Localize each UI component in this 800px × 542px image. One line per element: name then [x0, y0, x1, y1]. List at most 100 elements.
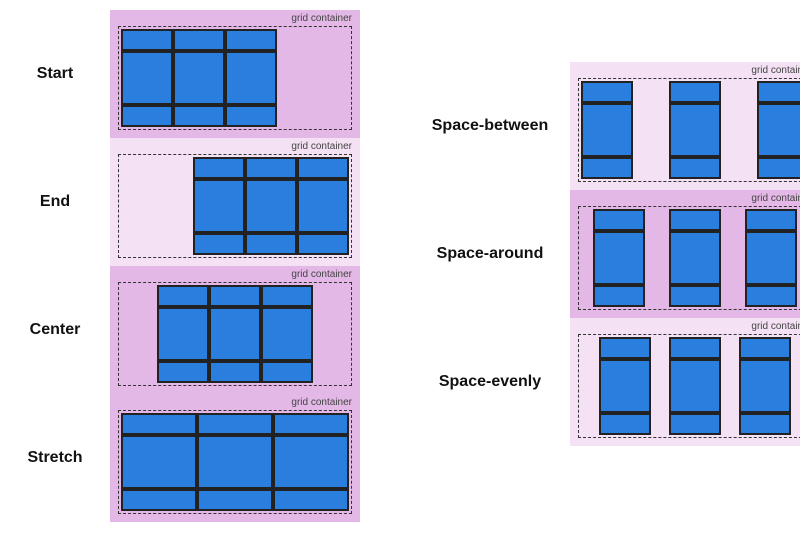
grid-cell: [297, 233, 349, 255]
grid-cell: [297, 157, 349, 179]
grid-cell: [669, 231, 721, 286]
grid-cell: [197, 489, 273, 511]
grid-column: [669, 81, 721, 179]
grid-cell: [197, 413, 273, 435]
panel-evenly: grid container: [570, 318, 800, 446]
grid-container-label: grid container: [291, 13, 352, 24]
justify-content-diagram: Start grid container End grid container Cent…: [0, 0, 800, 522]
grid-cell: [193, 157, 245, 179]
grid-cell: [745, 231, 797, 286]
grid-cell: [757, 157, 800, 179]
grid-cell: [197, 435, 273, 490]
example-row-evenly: Space-evenlygrid container: [410, 318, 800, 446]
grid-cell: [209, 285, 261, 307]
grid-cell: [121, 51, 173, 106]
grid-cell: [245, 233, 297, 255]
panel-end: grid container: [110, 138, 360, 266]
grid-column: [261, 285, 313, 383]
grid-cell: [757, 81, 800, 103]
grid-container-label: grid container: [291, 269, 352, 280]
example-row-start: Start grid container: [0, 10, 360, 138]
example-row-between: Space-between grid container: [410, 62, 800, 190]
grid-cell: [225, 105, 277, 127]
grid-column: [197, 413, 273, 511]
grid-cell: [193, 233, 245, 255]
grid-container-label: grid container: [291, 141, 352, 152]
grid-cell: [261, 307, 313, 362]
grid-cell: [121, 29, 173, 51]
grid-column: [297, 157, 349, 255]
row-label: Space-between: [410, 117, 570, 135]
grid-cell: [173, 105, 225, 127]
grid-cell: [261, 361, 313, 383]
grid-cell: [745, 209, 797, 231]
grid-cell: [273, 435, 349, 490]
grid-cell: [581, 81, 633, 103]
grid-cell: [581, 103, 633, 158]
panel-center: grid container: [110, 266, 360, 394]
grid-column: [245, 157, 297, 255]
grid-cell: [157, 285, 209, 307]
grid-column: [581, 81, 633, 179]
panel-start: grid container: [110, 10, 360, 138]
grid-column: [669, 337, 721, 435]
grid-cell: [173, 51, 225, 106]
grid-column: [225, 29, 277, 127]
grid-cell: [599, 359, 651, 414]
grid-column: [193, 157, 245, 255]
grid-cell: [193, 179, 245, 234]
grid-cell: [173, 29, 225, 51]
grid-cell: [157, 361, 209, 383]
panel-stretch: grid container: [110, 394, 360, 522]
grid-cell: [739, 413, 791, 435]
grid-cell: [273, 413, 349, 435]
panel-around: grid container: [570, 190, 800, 318]
row-label: Start: [0, 65, 110, 83]
grid-cell: [599, 337, 651, 359]
right-column: Space-between grid container Space-around g…: [410, 62, 800, 522]
grid-cell: [669, 359, 721, 414]
grid-cell: [225, 51, 277, 106]
grid-cell: [669, 413, 721, 435]
grid-cell: [593, 285, 645, 307]
grid-cell: [245, 179, 297, 234]
row-label: Center: [0, 321, 110, 339]
grid-container-label: grid container: [751, 193, 800, 204]
grid-column: [757, 81, 800, 179]
grid-cell: [209, 361, 261, 383]
grid-container: [578, 78, 800, 182]
grid-cell: [593, 231, 645, 286]
grid-cell: [225, 29, 277, 51]
grid-container: [118, 154, 352, 258]
example-row-stretch: Stretchgrid container: [0, 394, 360, 522]
grid-cell: [669, 81, 721, 103]
row-label: Space-around: [410, 245, 570, 263]
grid-cell: [739, 337, 791, 359]
grid-cell: [757, 103, 800, 158]
grid-column: [599, 337, 651, 435]
grid-cell: [745, 285, 797, 307]
grid-container-label: grid container: [291, 397, 352, 408]
grid-column: [593, 209, 645, 307]
grid-cell: [297, 179, 349, 234]
grid-cell: [121, 105, 173, 127]
grid-cell: [121, 489, 197, 511]
grid-cell: [669, 209, 721, 231]
grid-container: [118, 282, 352, 386]
grid-column: [121, 413, 197, 511]
grid-cell: [581, 157, 633, 179]
grid-cell: [157, 307, 209, 362]
grid-column: [273, 413, 349, 511]
grid-cell: [273, 489, 349, 511]
panel-between: grid container: [570, 62, 800, 190]
grid-cell: [121, 413, 197, 435]
grid-cell: [669, 285, 721, 307]
grid-cell: [739, 359, 791, 414]
grid-cell: [669, 337, 721, 359]
grid-cell: [209, 307, 261, 362]
row-label: End: [0, 193, 110, 211]
grid-container: [578, 206, 800, 310]
grid-column: [739, 337, 791, 435]
grid-container-label: grid container: [751, 65, 800, 76]
row-label: Space-evenly: [410, 373, 570, 391]
